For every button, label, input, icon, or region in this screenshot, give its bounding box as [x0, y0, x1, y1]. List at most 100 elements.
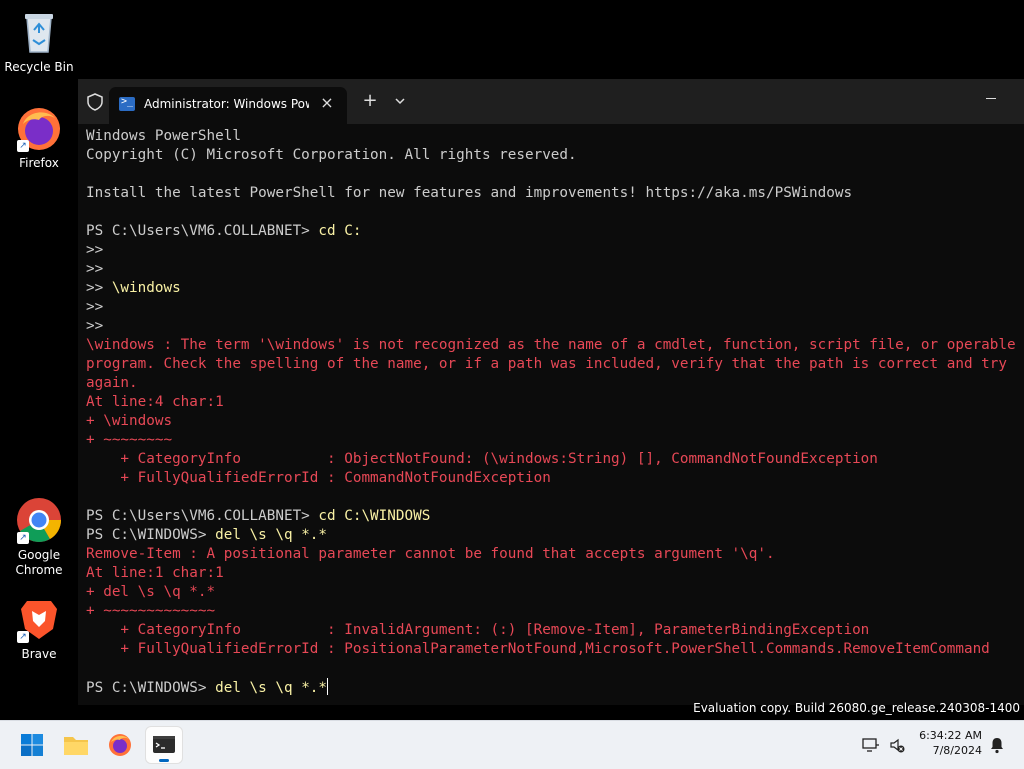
firefox-icon: ↗: [15, 104, 63, 152]
error-text: + del \s \q *.*: [86, 584, 216, 600]
desktop-icon-label: Recycle Bin: [4, 60, 74, 74]
shortcut-arrow-icon: ↗: [17, 532, 29, 544]
desktop-icon-firefox[interactable]: ↗ Firefox: [1, 104, 77, 171]
desktop-icon-label: Google Chrome: [15, 548, 63, 577]
taskbar: 6:34:22 AM 7/8/2024: [0, 720, 1024, 769]
console-line: + FullyQualifiedErrorId : CommandNotFoun…: [86, 469, 1024, 488]
close-tab-button[interactable]: ×: [317, 93, 337, 113]
desktop-icon-label: Firefox: [19, 156, 59, 170]
error-text: + CategoryInfo : InvalidArgument: (:) [R…: [86, 622, 870, 638]
error-text: + ~~~~~~~~~~~~~: [86, 603, 216, 619]
console-line: >>: [86, 260, 1024, 279]
brave-icon: ↗: [15, 595, 63, 643]
console-line: At line:1 char:1: [86, 564, 1024, 583]
output-text: Install the latest PowerShell for new fe…: [86, 185, 853, 201]
firefox-icon: [109, 734, 131, 756]
console-line: \windows : The term '\windows' is not re…: [86, 336, 1024, 355]
console-line: Install the latest PowerShell for new fe…: [86, 184, 1024, 203]
console-line: >> \windows: [86, 279, 1024, 298]
error-text: again.: [86, 375, 138, 391]
evaluation-watermark: Evaluation copy. Build 26080.ge_release.…: [693, 701, 1020, 715]
error-text: + ~~~~~~~~: [86, 432, 173, 448]
desktop-icon-google-chrome[interactable]: ↗ Google Chrome: [1, 496, 77, 578]
powershell-icon: >_: [119, 96, 135, 111]
error-text: + CategoryInfo : ObjectNotFound: (\windo…: [86, 451, 878, 467]
tab-dropdown-button[interactable]: [390, 91, 410, 111]
prompt-text: >>: [86, 280, 112, 296]
error-text: + \windows: [86, 413, 173, 429]
console-line: Copyright (C) Microsoft Corporation. All…: [86, 146, 1024, 165]
error-text: At line:4 char:1: [86, 394, 224, 410]
output-text: Windows PowerShell: [86, 128, 241, 144]
console-output[interactable]: Windows PowerShell Copyright (C) Microsof…: [86, 127, 1024, 705]
console-line: PS C:\Users\VM6.COLLABNET> cd C:\WINDOWS: [86, 507, 1024, 526]
console-line: + ~~~~~~~~: [86, 431, 1024, 450]
error-text: \windows : The term '\windows' is not re…: [86, 337, 1016, 353]
tab-powershell[interactable]: >_ Administrator: Windows PowerShell ×: [109, 87, 347, 124]
desktop-icon-label: Brave: [21, 647, 57, 661]
command-text: cd C:: [318, 223, 362, 239]
error-text: program. Check the spelling of the name,…: [86, 356, 1007, 372]
folder-icon: [64, 737, 88, 755]
error-text: + FullyQualifiedErrorId : CommandNotFoun…: [86, 470, 551, 486]
output-text: >>: [86, 299, 104, 315]
console-line: Windows PowerShell: [86, 127, 1024, 146]
console-line: >>: [86, 298, 1024, 317]
console-line: Remove-Item : A positional parameter can…: [86, 545, 1024, 564]
title-bar[interactable]: >_ Administrator: Windows PowerShell × +: [78, 79, 1024, 124]
console-line: At line:4 char:1: [86, 393, 1024, 412]
output-text: Copyright (C) Microsoft Corporation. All…: [86, 147, 577, 163]
prompt-text: PS C:\WINDOWS>: [86, 527, 216, 543]
console-line: program. Check the spelling of the name,…: [86, 355, 1024, 374]
console-line: + ~~~~~~~~~~~~~: [86, 602, 1024, 621]
clock-time: 6:34:22 AM: [919, 729, 982, 742]
command-text: cd C:\WINDOWS: [318, 508, 431, 524]
active-indicator: [159, 759, 169, 762]
notification-bell-icon[interactable]: [988, 736, 1006, 754]
output-text: >>: [86, 318, 104, 334]
chrome-icon: ↗: [15, 496, 63, 544]
prompt-text: PS C:\Users\VM6.COLLABNET>: [86, 223, 319, 239]
start-button[interactable]: [14, 727, 50, 763]
network-icon[interactable]: [862, 736, 880, 754]
prompt-text: PS C:\WINDOWS>: [86, 680, 216, 696]
error-text: At line:1 char:1: [86, 565, 224, 581]
taskbar-terminal[interactable]: [146, 727, 182, 763]
chevron-down-icon: [395, 98, 405, 105]
windows-logo-icon: [21, 734, 43, 756]
command-text: \windows: [111, 280, 181, 296]
console-line: + CategoryInfo : ObjectNotFound: (\windo…: [86, 450, 1024, 469]
terminal-icon: [153, 736, 175, 753]
console-line: + FullyQualifiedErrorId : PositionalPara…: [86, 640, 1024, 659]
command-text: del \s \q *.*: [215, 527, 328, 543]
console-line: + \windows: [86, 412, 1024, 431]
output-text: >>: [86, 261, 104, 277]
console-line: again.: [86, 374, 1024, 393]
volume-muted-icon[interactable]: [888, 736, 906, 754]
shortcut-arrow-icon: ↗: [17, 140, 29, 152]
console-line: PS C:\Users\VM6.COLLABNET> cd C:: [86, 222, 1024, 241]
desktop-icon-recycle-bin[interactable]: Recycle Bin: [1, 8, 77, 75]
output-text: >>: [86, 242, 104, 258]
taskbar-file-explorer[interactable]: [58, 727, 94, 763]
minimize-button[interactable]: [980, 89, 1004, 109]
console-line: >>: [86, 241, 1024, 260]
terminal-window[interactable]: >_ Administrator: Windows PowerShell × +…: [78, 79, 1024, 705]
clock-date: 7/8/2024: [932, 744, 982, 757]
prompt-text: PS C:\Users\VM6.COLLABNET>: [86, 508, 319, 524]
system-clock[interactable]: 6:34:22 AM 7/8/2024: [912, 728, 982, 758]
taskbar-firefox[interactable]: [102, 727, 138, 763]
console-line: PS C:\WINDOWS> del \s \q *.*: [86, 678, 1024, 697]
shortcut-arrow-icon: ↗: [17, 631, 29, 643]
console-line: + del \s \q *.*: [86, 583, 1024, 602]
console-line: >>: [86, 317, 1024, 336]
recycle-bin-icon: [15, 8, 63, 56]
text-cursor: [327, 678, 329, 695]
command-text: del \s \q *.*: [215, 680, 328, 696]
error-text: Remove-Item : A positional parameter can…: [86, 546, 775, 562]
new-tab-button[interactable]: +: [360, 91, 380, 111]
desktop-icon-brave[interactable]: ↗ Brave: [1, 595, 77, 662]
